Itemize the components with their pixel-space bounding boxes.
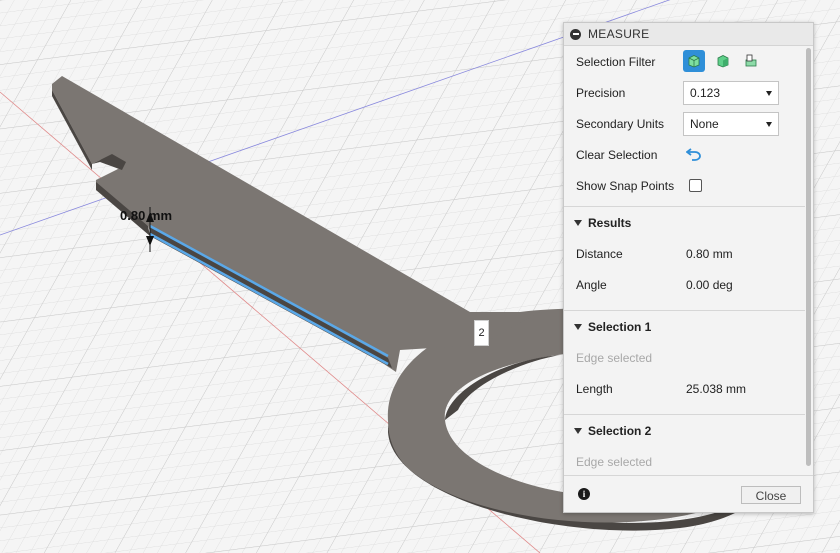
angle-value: 0.00 deg (686, 277, 733, 292)
precision-value: 0.123 (690, 85, 721, 100)
results-title: Results (588, 215, 632, 230)
vertex-label: 2 (474, 320, 489, 346)
selection1-section-header[interactable]: Selection 1 (564, 310, 805, 342)
results-section-header[interactable]: Results (564, 206, 805, 238)
angle-row: Angle 0.00 deg (564, 269, 805, 300)
show-snap-points-label: Show Snap Points (576, 178, 675, 193)
distance-value: 0.80 mm (686, 246, 733, 261)
component-filter-icon[interactable] (740, 50, 762, 72)
panel-header: MEASURE (564, 23, 813, 46)
chevron-down-icon (766, 90, 772, 96)
info-icon[interactable]: i (578, 488, 590, 500)
selection1-status-row: Edge selected (564, 342, 805, 373)
precision-select[interactable]: 0.123 (683, 80, 779, 105)
selection-filter-label: Selection Filter (576, 54, 656, 69)
panel-title: MEASURE (588, 27, 650, 41)
selection2-status-row: Edge selected (564, 446, 805, 475)
selection2-status: Edge selected (576, 454, 653, 469)
chevron-down-icon (766, 121, 772, 127)
body-filter-icon[interactable] (683, 50, 705, 72)
secondary-units-row: Secondary Units None (564, 108, 805, 139)
selection-filter-row: Selection Filter (564, 46, 805, 77)
length-label: Length (576, 381, 613, 396)
dimension-label: 0.80 mm (120, 208, 173, 223)
scrollbar[interactable] (806, 48, 811, 466)
secondary-units-value: None (690, 116, 719, 131)
angle-label: Angle (576, 277, 607, 292)
clear-selection-label: Clear Selection (576, 147, 658, 162)
selection1-title: Selection 1 (588, 319, 652, 334)
secondary-units-label: Secondary Units (576, 116, 665, 131)
selection1-status: Edge selected (576, 350, 653, 365)
measure-panel: MEASURE Selection Filter Precision 0.123… (563, 22, 814, 513)
triangle-down-icon (574, 323, 582, 330)
collapse-icon[interactable] (570, 28, 581, 40)
show-snap-points-checkbox[interactable] (689, 179, 702, 192)
panel-body: Selection Filter Precision 0.123 Seconda… (564, 46, 805, 475)
show-snap-points-row: Show Snap Points (564, 170, 805, 201)
distance-label: Distance (576, 246, 623, 261)
undo-icon[interactable] (685, 147, 702, 164)
length-value: 25.038 mm (686, 381, 747, 396)
panel-footer: i Close (564, 475, 813, 512)
selection2-section-header[interactable]: Selection 2 (564, 414, 805, 446)
secondary-units-select[interactable]: None (683, 111, 779, 136)
clear-selection-row: Clear Selection (564, 139, 805, 170)
close-button[interactable]: Close (741, 486, 801, 504)
triangle-down-icon (574, 427, 582, 434)
distance-row: Distance 0.80 mm (564, 238, 805, 269)
face-filter-icon[interactable] (712, 50, 734, 72)
selection2-title: Selection 2 (588, 423, 652, 438)
length-row: Length 25.038 mm (564, 373, 805, 404)
precision-row: Precision 0.123 (564, 77, 805, 108)
triangle-down-icon (574, 219, 582, 226)
precision-label: Precision (576, 85, 626, 100)
